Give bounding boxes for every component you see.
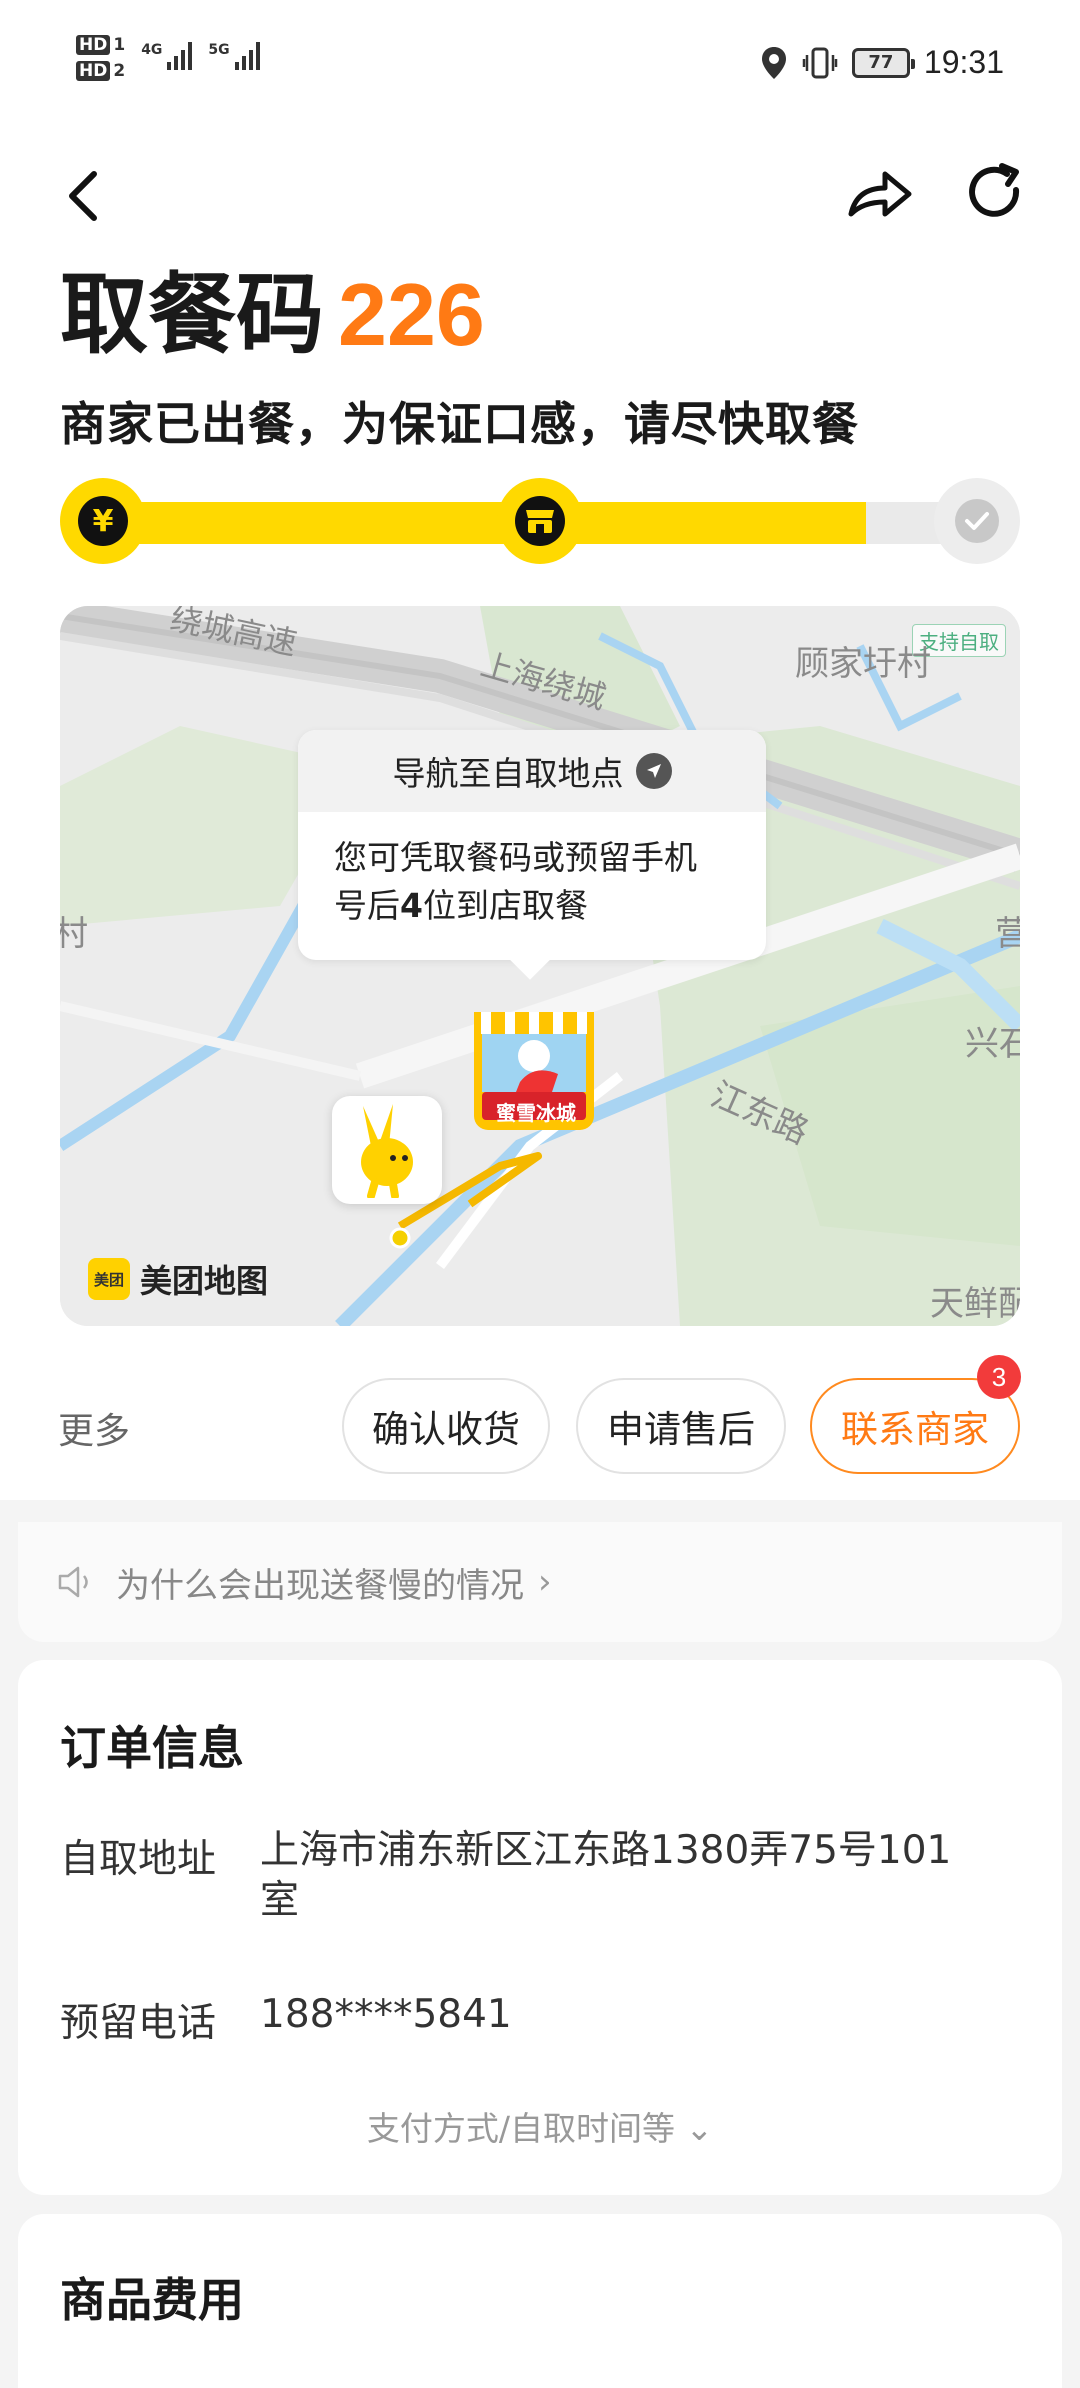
meituan-kangaroo-icon bbox=[361, 1104, 413, 1198]
map-label-right-edge: 兴石 bbox=[965, 1024, 1020, 1064]
after-sale-button[interactable]: 申请售后 bbox=[576, 1378, 786, 1474]
step-paid: ¥ bbox=[60, 478, 146, 564]
order-info-card: 订单信息 自取地址 上海市浦东新区江东路1380弄75号101 室 预留电话 1… bbox=[18, 1660, 1062, 2195]
yuan-icon: ¥ bbox=[78, 496, 128, 546]
navigate-label: 导航至自取地点 bbox=[392, 754, 624, 793]
vibrate-icon bbox=[802, 47, 838, 78]
map-label-village: 顾家圩村 bbox=[795, 644, 931, 684]
pickup-code-title: 取餐码 226 bbox=[60, 263, 485, 366]
delay-notice[interactable]: 为什么会出现送餐慢的情况 › bbox=[18, 1522, 1062, 1642]
notice-text: 为什么会出现送餐慢的情况 bbox=[116, 1565, 524, 1606]
tooltip-body: 您可凭取餐码或预留手机 号后4位到店取餐 bbox=[298, 812, 766, 960]
address-value: 上海市浦东新区江东路1380弄75号101 室 bbox=[260, 1828, 952, 1923]
status-subtitle: 商家已出餐，为保证口感，请尽快取餐 bbox=[60, 397, 859, 451]
chevron-left-icon bbox=[69, 171, 97, 221]
fees-card: 商品费用 bbox=[18, 2214, 1062, 2388]
address-label: 自取地址 bbox=[60, 1837, 217, 1882]
pickup-map[interactable]: 支持自取 上海绕城 绕城高速 顾家圩村 江东路 村 兴石 营 天鲜配 导航至自取… bbox=[60, 606, 1020, 1326]
back-button[interactable] bbox=[58, 160, 118, 230]
hd1-indicator: HD 1 bbox=[76, 35, 125, 55]
map-label-bottom-right: 天鲜配 bbox=[930, 1284, 1020, 1324]
phone-value: 188****5841 bbox=[260, 1992, 512, 2037]
speaker-icon bbox=[58, 1566, 88, 1598]
store-icon bbox=[515, 496, 565, 546]
navigate-to-pickup-button[interactable]: 导航至自取地点 bbox=[298, 730, 766, 812]
refresh-icon bbox=[969, 163, 1020, 217]
store-marker[interactable]: 蜜雪冰城 bbox=[468, 1004, 600, 1144]
progress-fill bbox=[100, 502, 866, 544]
fees-title: 商品费用 bbox=[60, 2273, 244, 2327]
contact-badge: 3 bbox=[977, 1355, 1021, 1399]
tooltip-line-1: 您可凭取餐码或预留手机 bbox=[334, 838, 697, 877]
share-icon bbox=[848, 171, 912, 217]
pickup-tooltip: 导航至自取地点 您可凭取餐码或预留手机 号后4位到店取餐 bbox=[298, 730, 766, 980]
signal-5g-icon: 5G bbox=[208, 42, 260, 70]
step-ready bbox=[497, 478, 583, 564]
refresh-button[interactable] bbox=[960, 158, 1030, 228]
check-icon bbox=[955, 499, 999, 543]
store-marker-label: 蜜雪冰城 bbox=[496, 1101, 576, 1125]
phone-label: 预留电话 bbox=[60, 2001, 217, 2046]
status-bar: HD 1 HD 2 4G 5G 77 19:31 bbox=[0, 0, 1080, 130]
tooltip-line-2: 号后4位到店取餐 bbox=[334, 886, 588, 925]
location-icon bbox=[761, 46, 786, 79]
rider-marker bbox=[332, 1096, 442, 1204]
brand-text: 美团地图 bbox=[140, 1262, 269, 1300]
battery-icon: 77 bbox=[851, 47, 915, 78]
expand-text: 支付方式/自取时间等 bbox=[366, 2109, 675, 2148]
status-left: HD 1 HD 2 4G 5G bbox=[76, 35, 260, 81]
clock: 19:31 bbox=[923, 44, 1004, 80]
expand-details-button[interactable]: 支付方式/自取时间等 ⌄ bbox=[18, 2102, 1062, 2150]
navigation-arrow-icon bbox=[635, 753, 672, 789]
chevron-down-icon: ⌄ bbox=[685, 2109, 714, 2148]
step-done bbox=[934, 478, 1020, 564]
chevron-right-icon: › bbox=[538, 1562, 552, 1602]
order-info-title: 订单信息 bbox=[60, 1721, 244, 1775]
order-progress: ¥ bbox=[60, 478, 1020, 568]
meituan-logo: 美团 bbox=[88, 1258, 130, 1300]
meituan-map-brand: 美团 美团地图 bbox=[88, 1256, 268, 1302]
confirm-receipt-button[interactable]: 确认收货 bbox=[342, 1378, 550, 1474]
map-label-left-edge: 村 bbox=[60, 914, 88, 954]
share-button[interactable] bbox=[845, 158, 915, 228]
pickup-code: 226 bbox=[338, 265, 485, 364]
more-button[interactable]: 更多 bbox=[58, 1402, 130, 1454]
hd-indicators: HD 1 HD 2 bbox=[76, 35, 125, 81]
hd2-indicator: HD 2 bbox=[76, 61, 125, 81]
map-label-right-edge-2: 营 bbox=[995, 914, 1020, 954]
status-right: 77 19:31 bbox=[760, 44, 1004, 81]
signal-4g-icon: 4G bbox=[141, 42, 193, 70]
